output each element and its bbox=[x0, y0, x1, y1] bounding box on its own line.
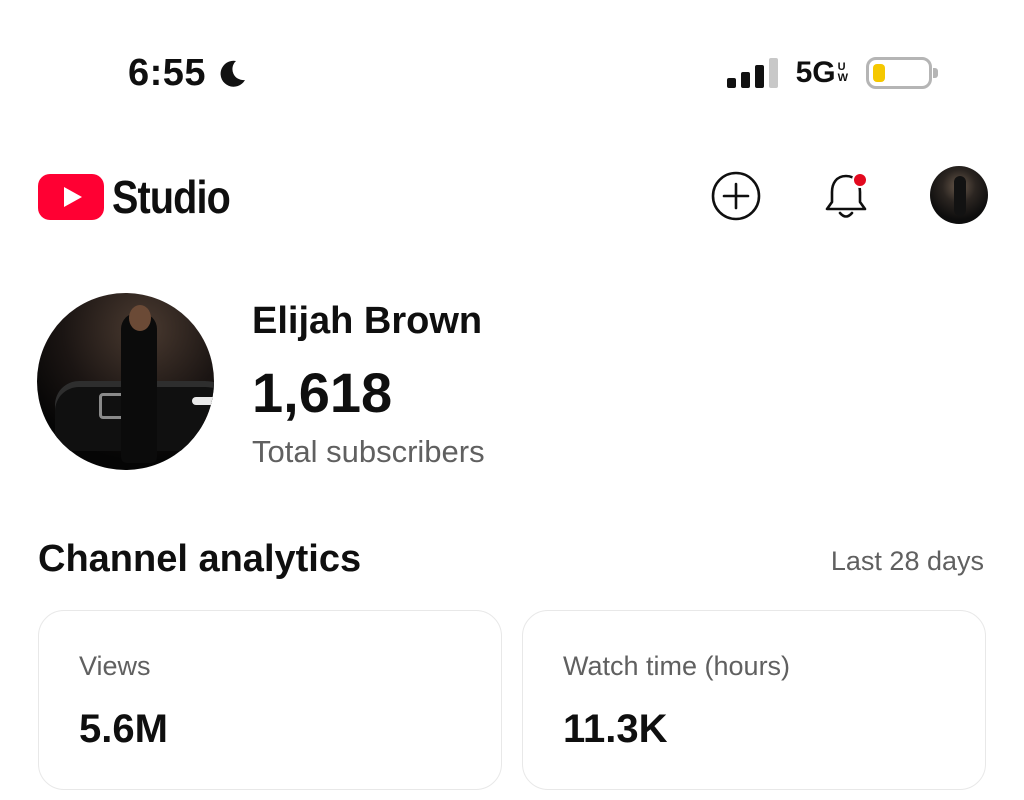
avatar-photo-head bbox=[129, 305, 151, 331]
youtube-play-icon bbox=[38, 174, 104, 220]
watch-time-label: Watch time (hours) bbox=[563, 651, 791, 681]
analytics-title: Channel analytics bbox=[38, 538, 362, 580]
moon-icon bbox=[220, 60, 246, 87]
battery-icon bbox=[866, 57, 938, 89]
notification-badge bbox=[852, 172, 868, 188]
views-value: 5.6M bbox=[79, 707, 168, 751]
plus-circle-icon bbox=[711, 171, 761, 221]
network-suffix: U W bbox=[838, 62, 848, 84]
avatar-photo-person bbox=[121, 313, 157, 463]
analytics-period: Last 28 days bbox=[830, 546, 984, 576]
cellular-signal-icon bbox=[726, 58, 778, 88]
battery-level bbox=[873, 64, 885, 82]
status-time: 6:55 bbox=[128, 52, 248, 95]
status-time-text: 6:55 bbox=[128, 52, 207, 94]
youtube-studio-logo[interactable]: Studio bbox=[38, 170, 249, 224]
create-button[interactable] bbox=[710, 170, 762, 222]
channel-avatar[interactable] bbox=[37, 293, 214, 470]
app-name: Studio bbox=[112, 171, 231, 223]
network-suffix-bottom: W bbox=[837, 72, 848, 84]
network-type-text: 5G bbox=[795, 56, 836, 89]
studio-home-screen: 6:55 5G U W Studio Elijah Brown 1,618 To… bbox=[0, 0, 1024, 800]
views-label: Views bbox=[79, 651, 151, 681]
status-indicators: 5G U W bbox=[726, 56, 938, 90]
notifications-button[interactable] bbox=[820, 170, 872, 222]
channel-name: Elijah Brown bbox=[252, 300, 483, 342]
network-type: 5G U W bbox=[796, 56, 848, 90]
watch-time-value: 11.3K bbox=[563, 707, 668, 751]
avatar-photo-headlight bbox=[192, 397, 214, 405]
account-avatar[interactable] bbox=[930, 166, 988, 224]
subscriber-count-label: Total subscribers bbox=[252, 434, 485, 469]
watch-time-card[interactable]: Watch time (hours) 11.3K bbox=[522, 610, 986, 790]
views-card[interactable]: Views 5.6M bbox=[38, 610, 502, 790]
subscriber-count: 1,618 bbox=[252, 361, 393, 424]
